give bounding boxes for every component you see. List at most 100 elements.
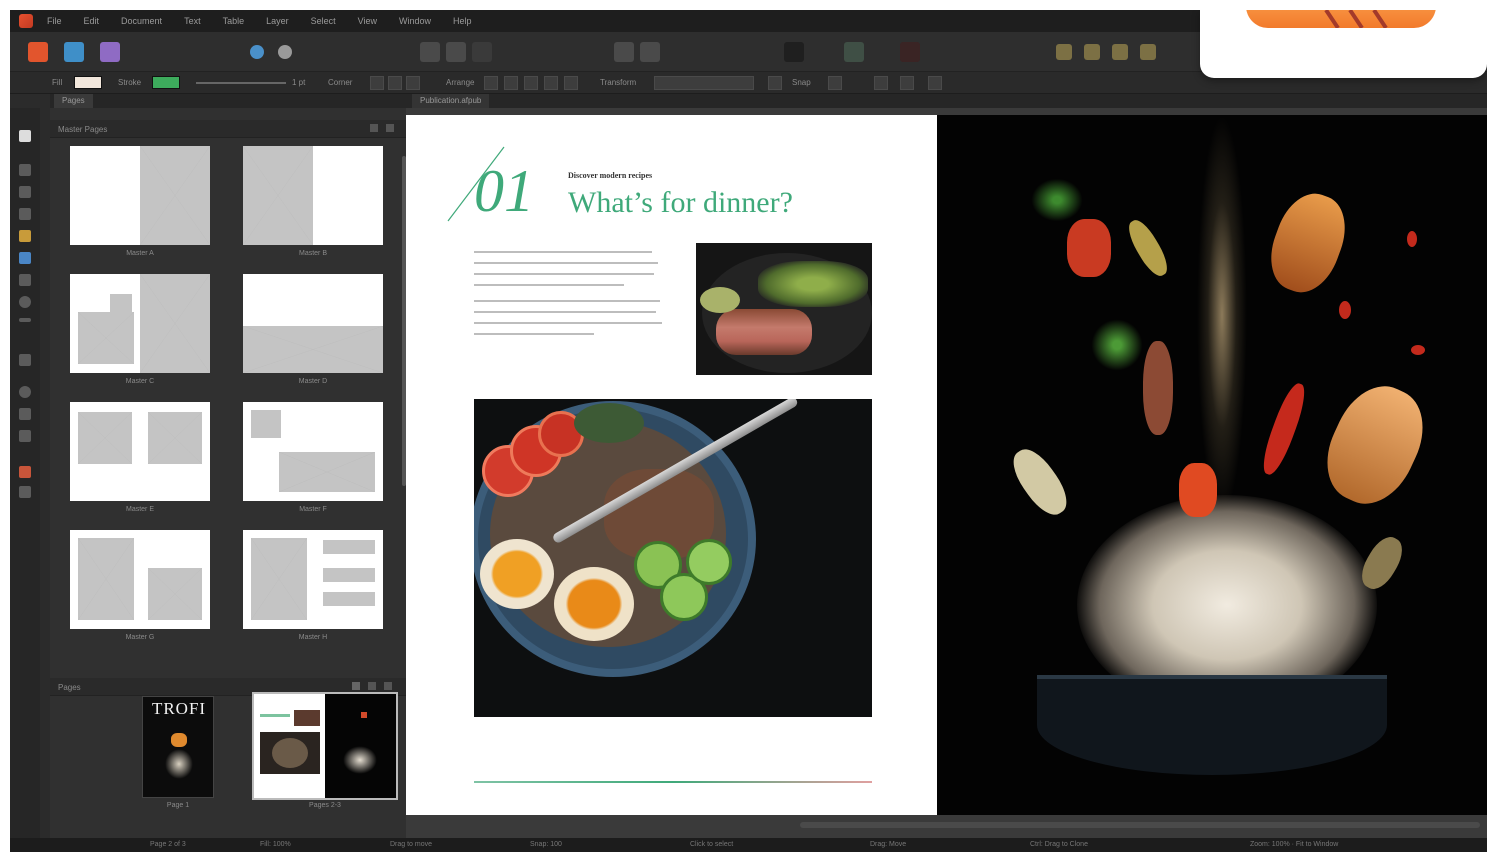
status-text: Drag: Move — [870, 841, 907, 848]
align-center-icon[interactable] — [1084, 44, 1100, 60]
transform-fields[interactable] — [654, 76, 754, 90]
studio-link-icon[interactable] — [844, 42, 864, 62]
line-tool-icon[interactable] — [19, 318, 31, 322]
color-swap-icon[interactable] — [19, 486, 31, 498]
color-picker-icon[interactable] — [900, 42, 920, 62]
spread-thumb-left — [254, 694, 325, 798]
guides-icon[interactable] — [928, 76, 942, 90]
cucumber-slice — [686, 539, 732, 585]
menu-help[interactable]: Help — [453, 16, 472, 26]
breakfast-photo[interactable] — [474, 399, 872, 717]
align-left-icon[interactable] — [1056, 44, 1072, 60]
fill-swatch[interactable] — [74, 76, 102, 89]
text-frame-icon[interactable] — [640, 42, 660, 62]
table-tool-icon[interactable] — [19, 186, 31, 198]
ellipse-tool-icon[interactable] — [19, 296, 31, 308]
frame-text-tool-icon[interactable] — [19, 164, 31, 176]
panel-options-icon[interactable] — [370, 124, 378, 132]
add-page-icon[interactable] — [352, 682, 360, 690]
document-tab-strip: Publication.afpub — [406, 94, 1487, 108]
menu-file[interactable]: File — [47, 16, 62, 26]
app-icon-callout — [1200, 10, 1487, 78]
affinity-publisher-icon[interactable] — [19, 14, 33, 28]
delete-page-icon[interactable] — [384, 682, 392, 690]
panel-grid-icon[interactable] — [386, 124, 394, 132]
settings-icon[interactable] — [278, 45, 292, 59]
hand-tool-icon[interactable] — [19, 408, 31, 420]
egg-yolk — [480, 539, 554, 609]
eyedropper-tool-icon[interactable] — [19, 430, 31, 442]
text-line — [474, 273, 654, 275]
pen-tool-icon[interactable] — [19, 230, 31, 242]
steak-photo[interactable] — [696, 243, 872, 375]
herbs-shape — [1027, 175, 1087, 225]
master-page-thumb[interactable] — [243, 146, 383, 245]
section-number[interactable]: 01 — [474, 161, 534, 221]
corner-round-icon[interactable] — [388, 76, 402, 90]
page-right-photo[interactable] — [937, 115, 1487, 815]
preferences-icon[interactable] — [250, 45, 264, 59]
snapping-toggle-icon[interactable] — [828, 76, 842, 90]
steak-shape — [716, 309, 812, 355]
page-thumb-cover[interactable]: TROFI — [142, 696, 214, 798]
horizontal-scrollbar[interactable] — [800, 822, 1480, 828]
designer-persona-icon[interactable] — [64, 42, 84, 62]
page-left: 01 Discover modern recipes What’s for di… — [406, 115, 937, 815]
page-options-icon[interactable] — [368, 682, 376, 690]
fill-tool-icon[interactable] — [19, 466, 31, 478]
headline[interactable]: What’s for dinner? — [568, 185, 793, 221]
text-wrap-icon[interactable] — [784, 42, 804, 62]
publisher-persona-icon[interactable] — [28, 42, 48, 62]
arrange-front-icon[interactable] — [484, 76, 498, 90]
master-page-thumb[interactable] — [243, 530, 383, 629]
rotate-icon[interactable] — [768, 76, 782, 90]
view-mode-icon[interactable] — [420, 42, 440, 62]
tab-pages[interactable]: Pages — [54, 94, 93, 108]
stroke-swatch[interactable] — [152, 76, 180, 89]
snap-options-icon[interactable] — [874, 76, 888, 90]
arrange-back-icon[interactable] — [544, 76, 558, 90]
kicker-text[interactable]: Discover modern recipes — [568, 171, 652, 180]
rectangle-tool-icon[interactable] — [19, 274, 31, 286]
master-page-thumb[interactable] — [70, 274, 210, 373]
master-page-thumb[interactable] — [70, 146, 210, 245]
grid-icon[interactable] — [900, 76, 914, 90]
preview-mode-icon[interactable] — [446, 42, 466, 62]
menu-window[interactable]: Window — [399, 16, 431, 26]
menu-text[interactable]: Text — [184, 16, 201, 26]
salad-shape — [758, 261, 868, 307]
lemon-shape — [700, 287, 740, 313]
corner-size-icon[interactable] — [406, 76, 420, 90]
spread-view-icon[interactable] — [472, 42, 492, 62]
master-page-thumb[interactable] — [243, 274, 383, 373]
group-icon[interactable] — [564, 76, 578, 90]
menu-layer[interactable]: Layer — [266, 16, 289, 26]
menu-document[interactable]: Document — [121, 16, 162, 26]
transparency-tool-icon[interactable] — [19, 354, 31, 366]
place-image-icon[interactable] — [614, 42, 634, 62]
menu-view[interactable]: View — [358, 16, 377, 26]
photo-persona-icon[interactable] — [100, 42, 120, 62]
node-tool-icon[interactable] — [19, 208, 31, 220]
status-text: Click to select — [690, 841, 734, 848]
arrange-forward-icon[interactable] — [504, 76, 518, 90]
master-page-thumb[interactable] — [70, 530, 210, 629]
chicken-piece — [1311, 372, 1439, 518]
menu-select[interactable]: Select — [311, 16, 336, 26]
distribute-icon[interactable] — [1140, 44, 1156, 60]
master-page-thumb[interactable] — [243, 402, 383, 501]
align-right-icon[interactable] — [1112, 44, 1128, 60]
stroke-width-slider[interactable] — [196, 82, 286, 84]
body-text-block[interactable] — [474, 247, 664, 347]
zoom-tool-icon[interactable] — [19, 386, 31, 398]
master-page-thumb[interactable] — [70, 402, 210, 501]
menu-edit[interactable]: Edit — [84, 16, 100, 26]
arrange-backward-icon[interactable] — [524, 76, 538, 90]
menu-table[interactable]: Table — [223, 16, 245, 26]
corner-type-icon[interactable] — [370, 76, 384, 90]
photo-mini — [294, 710, 320, 726]
page-thumb-spread[interactable] — [252, 692, 398, 800]
picture-frame-tool-icon[interactable] — [19, 252, 31, 264]
tab-document[interactable]: Publication.afpub — [412, 94, 490, 108]
move-tool-icon[interactable] — [19, 130, 31, 142]
